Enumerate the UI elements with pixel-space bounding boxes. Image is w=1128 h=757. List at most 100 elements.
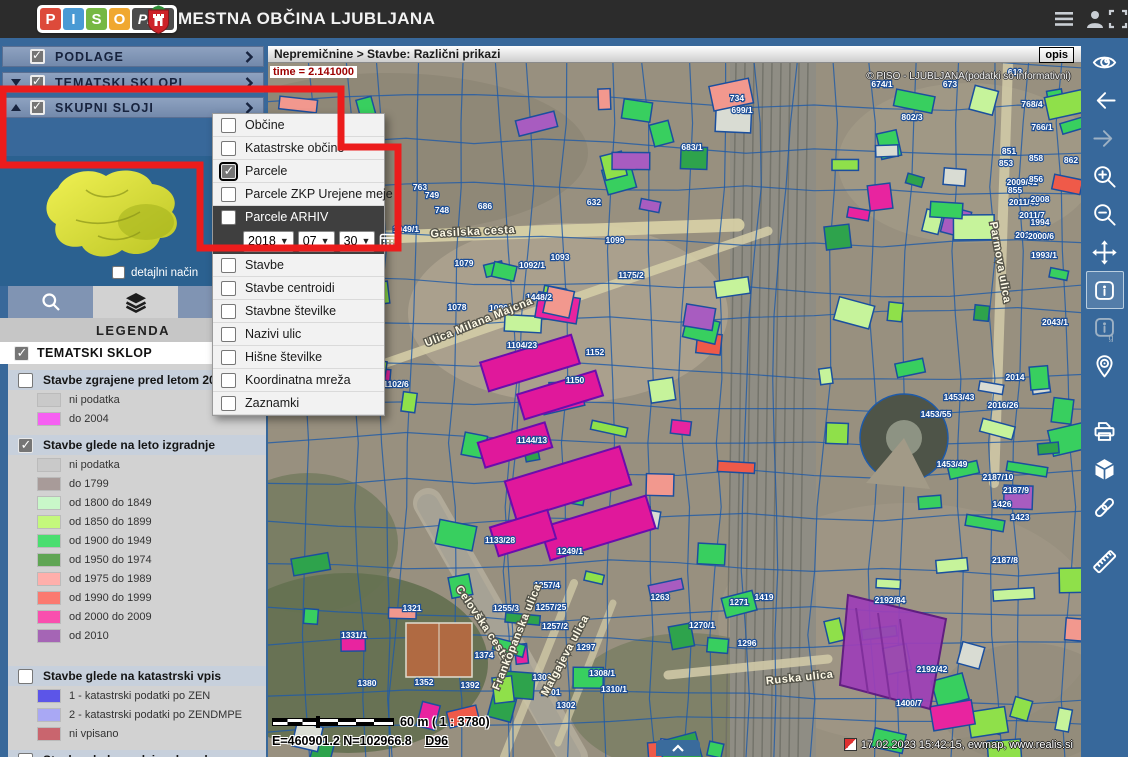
legend-group-checkbox[interactable] xyxy=(18,373,33,388)
legend-color-swatch xyxy=(37,610,61,624)
zoom-in-button[interactable] xyxy=(1086,157,1124,195)
parcel-number-label: 853 xyxy=(999,158,1013,168)
parcel-number-label: 766/1 xyxy=(1031,122,1053,132)
menu-item-checkbox[interactable] xyxy=(221,281,236,296)
legend-item: do 1799 xyxy=(8,474,266,493)
menu-item-checkbox[interactable] xyxy=(221,350,236,365)
share-link-button[interactable] xyxy=(1086,488,1124,526)
parcel-number-label: 1310/1 xyxy=(601,684,627,694)
fullscreen-icon[interactable] xyxy=(1107,8,1128,30)
menu-item-checkbox[interactable] xyxy=(221,187,236,202)
logo-letter: P xyxy=(40,8,61,30)
link-icon xyxy=(1091,494,1118,521)
tab-search[interactable] xyxy=(8,286,93,318)
legend-group-label: Stavbe glede na katastrski vpis xyxy=(43,669,221,683)
menu-item-hi-ne-tevilke[interactable]: Hišne številke xyxy=(213,346,384,369)
chevron-right-icon[interactable] xyxy=(245,51,253,63)
detail-mode-row: detajlni način xyxy=(112,266,198,279)
menu-item-parcele-arhiv[interactable]: Parcele ARHIV xyxy=(213,206,384,228)
menu-item-zaznamki[interactable]: Zaznamki xyxy=(213,392,384,415)
archive-day-select[interactable]: 30▼ xyxy=(339,231,376,252)
print-button[interactable] xyxy=(1086,412,1124,450)
legend-group-checkbox[interactable] xyxy=(18,438,33,453)
bottom-collapse-handle[interactable] xyxy=(656,740,700,756)
measure-button[interactable] xyxy=(1086,542,1124,580)
identify-button[interactable] xyxy=(1086,271,1124,309)
skupni-sloji-checkbox[interactable] xyxy=(30,100,45,115)
menu-item-stavbe[interactable]: Stavbe xyxy=(213,254,384,277)
menu-item-parcele-zkp-urejene-meje[interactable]: Parcele ZKP Urejene meje xyxy=(213,183,384,206)
zoom-out-button[interactable] xyxy=(1086,195,1124,233)
legend-group-header[interactable]: Stavbe glede na katastrski vpis xyxy=(8,666,266,686)
collapse-triangle-icon[interactable] xyxy=(11,104,21,111)
parcel-number-label: 1453/49 xyxy=(937,459,968,469)
menu-item-checkbox[interactable] xyxy=(221,258,236,273)
menu-item-checkbox[interactable] xyxy=(221,210,236,225)
opis-button[interactable]: opis xyxy=(1039,47,1074,63)
menu-item-checkbox[interactable] xyxy=(221,327,236,342)
parcel-number-label: 1104/23 xyxy=(507,340,538,350)
sidebar-section-tematski-sklopi[interactable]: TEMATSKI SKLOPI xyxy=(2,72,264,93)
menu-item-katastrske-ob-ine[interactable]: Katastrske občine xyxy=(213,137,384,160)
menu-icon[interactable] xyxy=(1053,8,1075,30)
archive-year-select[interactable]: 2018▼ xyxy=(243,231,294,252)
pan-button[interactable] xyxy=(1086,233,1124,271)
visibility-button[interactable] xyxy=(1086,43,1124,81)
search-icon xyxy=(40,291,62,313)
cube-icon xyxy=(1091,456,1118,483)
menu-item-checkbox[interactable] xyxy=(221,118,236,133)
legend-color-swatch xyxy=(37,629,61,643)
parcel-number-label: 1321 xyxy=(403,603,422,613)
legend-color-swatch xyxy=(37,496,61,510)
legend-group-header[interactable]: Stavbe glede na dejansko rabo xyxy=(8,750,266,757)
legend-body: Stavbe zgrajene pred letom 2004ni podatk… xyxy=(8,364,266,757)
legend-group-checkbox[interactable] xyxy=(18,669,33,684)
chevron-right-icon[interactable] xyxy=(245,77,253,89)
menu-item-checkbox[interactable] xyxy=(221,396,236,411)
legend-color-swatch xyxy=(37,412,61,426)
legend-color-swatch xyxy=(37,727,61,741)
logo-letter: I xyxy=(63,8,84,30)
menu-item-checkbox[interactable] xyxy=(221,141,236,156)
legend-group-checkbox[interactable] xyxy=(18,753,33,757)
collapse-triangle-icon[interactable] xyxy=(11,79,21,86)
parcel-number-label: 1144/13 xyxy=(517,435,548,445)
breadcrumb: Nepremičnine > Stavbe: Različni prikazi xyxy=(274,47,500,61)
datum-label[interactable]: D96 xyxy=(425,734,448,748)
legend-item-label: ni podatka xyxy=(69,459,120,471)
menu-item-checkbox[interactable] xyxy=(221,164,236,179)
parcel-number-label: 1426 xyxy=(993,499,1012,509)
menu-item-ob-ine[interactable]: Občine xyxy=(213,114,384,137)
menu-item-checkbox[interactable] xyxy=(221,304,236,319)
archive-month-select[interactable]: 07▼ xyxy=(298,231,335,252)
location-button[interactable] xyxy=(1086,347,1124,385)
menu-item-checkbox[interactable] xyxy=(221,373,236,388)
parcel-number-label: 1249/1 xyxy=(557,546,583,556)
legend-color-swatch xyxy=(37,553,61,567)
menu-item-stavbe-centroidi[interactable]: Stavbe centroidi xyxy=(213,277,384,300)
back-button[interactable] xyxy=(1086,81,1124,119)
user-icon[interactable] xyxy=(1084,8,1106,30)
podlage-checkbox[interactable] xyxy=(30,49,45,64)
legend-color-swatch xyxy=(37,708,61,722)
menu-item-koordinatna-mre-a[interactable]: Koordinatna mreža xyxy=(213,369,384,392)
calendar-icon[interactable] xyxy=(379,232,397,251)
detail-mode-checkbox[interactable] xyxy=(112,266,125,279)
menu-item-parcele[interactable]: Parcele xyxy=(213,160,384,183)
detail-mode-label: detajlni način xyxy=(131,267,198,279)
map-canvas[interactable]: 683/1763749748686632674/1673699/17346138… xyxy=(268,63,1081,757)
menu-item-nazivi-ulic[interactable]: Nazivi ulic xyxy=(213,323,384,346)
legend-item-label: do 2004 xyxy=(69,413,109,425)
municipality-overview-map[interactable] xyxy=(28,160,203,268)
legend-color-swatch xyxy=(37,477,61,491)
sidebar-section-podlage[interactable]: PODLAGE xyxy=(2,46,264,67)
tab-layers[interactable] xyxy=(93,286,178,318)
tematski-sklop-checkbox[interactable] xyxy=(14,346,29,361)
parcel-number-label: 2008 xyxy=(1031,194,1050,204)
tematski-sklopi-checkbox[interactable] xyxy=(30,75,45,90)
menu-item-stavbne-tevilke[interactable]: Stavbne številke xyxy=(213,300,384,323)
legend-group-header[interactable]: Stavbe glede na leto izgradnje xyxy=(8,435,266,455)
menu-item-label: Zaznamki xyxy=(245,396,299,410)
legend-item: od 1975 do 1989 xyxy=(8,569,266,588)
view-3d-button[interactable] xyxy=(1086,450,1124,488)
